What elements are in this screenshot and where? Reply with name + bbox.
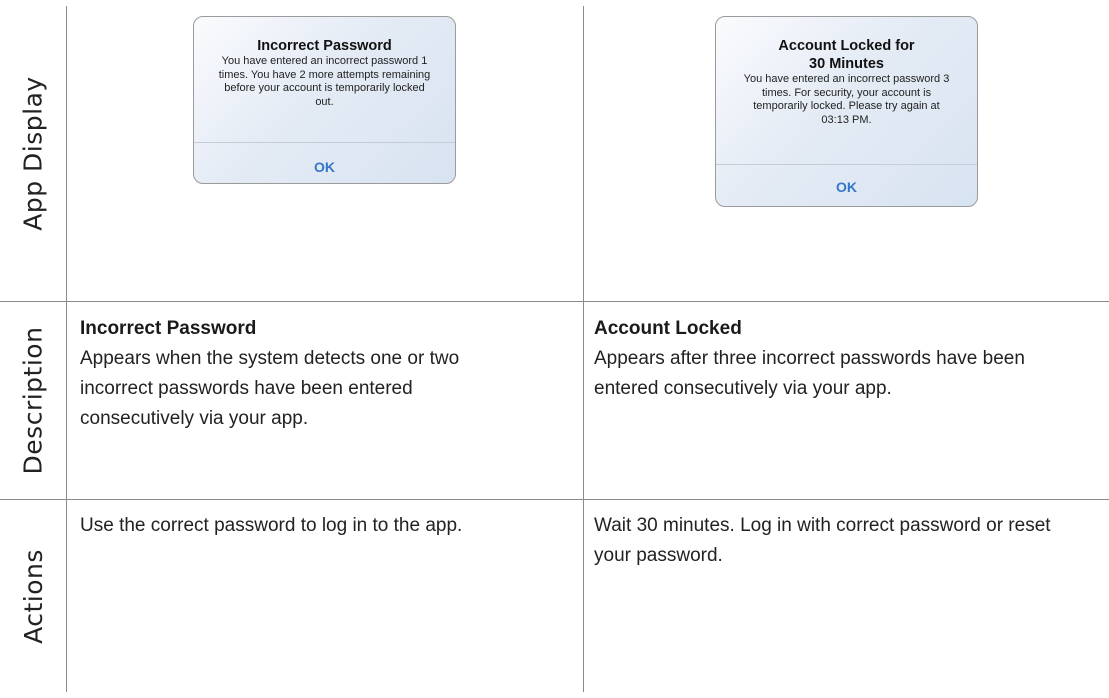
description-title: Account Locked xyxy=(594,318,742,339)
description-text: Appears after three incorrect passwords … xyxy=(594,348,1025,399)
row-label-description: Description xyxy=(18,326,48,475)
row-divider-2 xyxy=(0,499,1109,500)
alert-message: You have entered an incorrect password 1… xyxy=(218,55,431,108)
ok-button[interactable]: OK xyxy=(716,179,977,195)
alert-title: Account Locked for 30 Minutes xyxy=(778,38,915,72)
description-title: Incorrect Password xyxy=(80,318,257,339)
row-label-app-display: App Display xyxy=(18,76,48,231)
ok-button[interactable]: OK xyxy=(194,159,455,175)
description-incorrect-password: Incorrect Password Appears when the syst… xyxy=(80,314,480,434)
row-divider-1 xyxy=(0,301,1109,302)
row-label-actions: Actions xyxy=(18,548,48,644)
incorrect-password-alert: Incorrect Password You have entered an i… xyxy=(193,16,456,184)
description-account-locked: Account Locked Appears after three incor… xyxy=(594,314,1094,404)
alert-message: You have entered an incorrect password 3… xyxy=(743,73,950,126)
action-text: Use the correct password to log in to th… xyxy=(80,515,463,536)
alert-title: Incorrect Password xyxy=(257,38,392,54)
account-locked-alert: Account Locked for 30 Minutes You have e… xyxy=(715,16,978,207)
description-text: Appears when the system detects one or t… xyxy=(80,348,460,429)
alert-separator xyxy=(194,142,455,143)
action-incorrect-password: Use the correct password to log in to th… xyxy=(80,511,575,541)
column-divider-left xyxy=(66,6,67,692)
action-account-locked: Wait 30 minutes. Log in with correct pas… xyxy=(594,511,1074,571)
alert-separator xyxy=(716,164,977,165)
action-text: Wait 30 minutes. Log in with correct pas… xyxy=(594,515,1051,566)
column-divider-middle xyxy=(583,6,584,692)
